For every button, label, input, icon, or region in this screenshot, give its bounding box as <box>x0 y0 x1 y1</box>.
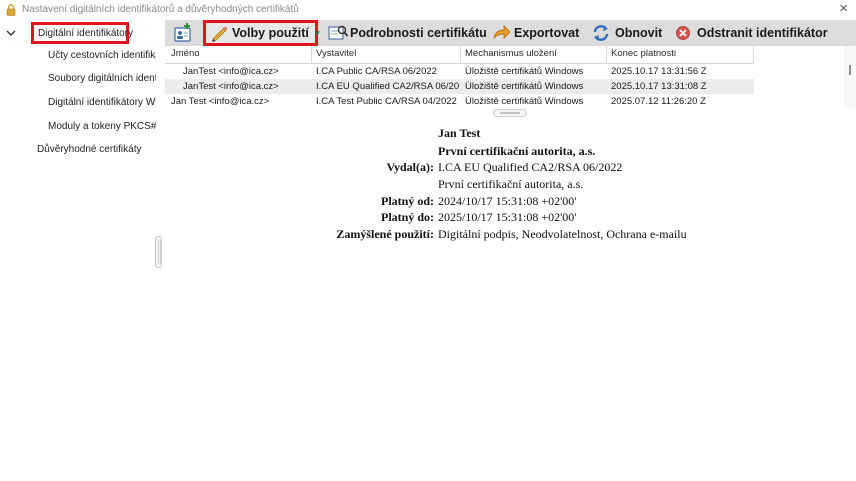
cell-storage: Úložiště certifikátů Windows <box>465 66 584 77</box>
certificate-details-label: Podrobnosti certifikátu <box>350 26 487 40</box>
certificate-details-button[interactable]: Podrobnosti certifikátu <box>327 21 487 45</box>
cell-expiry: 2025.10.17 13:31:08 Z <box>611 81 707 92</box>
cell-issuer: I.CA Test Public CA/RSA 04/2022 <box>316 96 457 107</box>
sidebar-item-label: Digitální identifikátory Windows <box>48 97 156 108</box>
sidebar-item-digital-id-files[interactable]: Soubory digitálních identifikátorů <box>48 73 156 84</box>
sidebar-item-label: Digitální identifikátory <box>38 28 134 39</box>
cell-name: JanTest <info@ica.cz> <box>183 66 279 77</box>
toolbar: Volby použití ▾ Podrobnosti certifikátu … <box>165 20 856 46</box>
sidebar: Digitální identifikátory Účty cestovních… <box>0 20 157 481</box>
table-row[interactable]: JanTest <info@ica.cz> I.CA Public CA/RSA… <box>165 64 754 79</box>
cell-name: Jan Test <info@ica.cz> <box>171 96 270 107</box>
column-header-expiry[interactable]: Konec platnosti <box>611 48 676 59</box>
add-id-icon <box>174 23 191 42</box>
table-header: Jméno Vystavitel Mechanismus uložení Kon… <box>165 46 754 64</box>
sidebar-item-label: Soubory digitálních identifikátorů <box>48 73 156 84</box>
intended-use-value: Digitální podpis, Neodvolatelnost, Ochra… <box>438 227 687 241</box>
usage-options-label: Volby použití <box>232 26 309 40</box>
column-header-name[interactable]: Jméno <box>171 48 200 59</box>
valid-from-value: 2024/10/17 15:31:08 +02'00' <box>438 194 577 208</box>
add-id-button[interactable] <box>172 21 194 45</box>
sidebar-item-digital-ids[interactable]: Digitální identifikátory <box>31 22 133 44</box>
usage-options-button[interactable]: Volby použití ▾ <box>203 20 320 46</box>
cell-storage: Úložiště certifikátů Windows <box>465 96 584 107</box>
cell-expiry: 2025.07.12 11:26:20 Z <box>611 96 706 107</box>
cell-storage: Úložiště certifikátů Windows <box>465 81 584 92</box>
export-arrow-icon <box>493 25 511 40</box>
certificate-details-icon <box>328 25 349 40</box>
table-scrollbar[interactable] <box>844 46 856 108</box>
dropdown-caret-icon: ▾ <box>314 27 320 38</box>
pencil-icon <box>212 26 228 42</box>
cell-expiry: 2025.10.17 13:31:56 Z <box>611 66 707 77</box>
sidebar-item-label: Účty cestovních identifikátorů <box>48 50 156 61</box>
cell-issuer: I.CA EU Qualified CA2/RSA 06/20... <box>316 81 460 92</box>
vertical-splitter-handle[interactable] <box>155 236 162 268</box>
sort-indicator-icon: ⌃ <box>677 46 684 52</box>
valid-to-label: Platný do: <box>380 210 434 224</box>
valid-from-label: Platný od: <box>380 194 434 208</box>
remove-id-button[interactable]: Odstranit identifikátor <box>674 21 828 45</box>
table-row[interactable]: JanTest <info@ica.cz> I.CA EU Qualified … <box>165 79 754 94</box>
export-label: Exportovat <box>514 26 580 40</box>
sidebar-item-label: Moduly a tokeny PKCS#11 <box>48 121 156 132</box>
chevron-down-icon[interactable] <box>5 28 17 38</box>
intended-use-label: Zamýšlené použití: <box>336 227 434 241</box>
sidebar-item-windows-digital-ids[interactable]: Digitální identifikátory Windows <box>48 97 156 108</box>
refresh-label: Obnovit <box>615 26 663 40</box>
cell-name: JanTest <info@ica.cz> <box>183 81 279 92</box>
table-row[interactable]: Jan Test <info@ica.cz> I.CA Test Public … <box>165 94 754 108</box>
sidebar-item-label: Důvěryhodné certifikáty <box>37 144 142 155</box>
horizontal-splitter-handle[interactable] <box>493 109 527 117</box>
column-header-issuer[interactable]: Vystavitel <box>316 48 356 59</box>
details-organization: První certifikační autorita, a.s. <box>438 144 596 158</box>
export-button[interactable]: Exportovat <box>492 21 579 45</box>
details-name: Jan Test <box>438 126 481 140</box>
column-header-storage[interactable]: Mechanismus uložení <box>465 48 557 59</box>
valid-to-value: 2025/10/17 15:31:08 +02'00' <box>438 210 577 224</box>
cell-issuer: I.CA Public CA/RSA 06/2022 <box>316 66 437 77</box>
sidebar-item-trusted-certificates[interactable]: Důvěryhodné certifikáty <box>37 144 142 155</box>
issued-by-organization: První certifikační autorita, a.s. <box>438 177 584 191</box>
remove-id-label: Odstranit identifikátor <box>697 26 828 40</box>
sidebar-item-roaming-id-accounts[interactable]: Účty cestovních identifikátorů <box>48 50 156 61</box>
refresh-icon <box>593 25 609 41</box>
close-button[interactable]: × <box>839 1 848 17</box>
sidebar-item-pkcs11-modules[interactable]: Moduly a tokeny PKCS#11 <box>48 121 156 132</box>
refresh-button[interactable]: Obnovit <box>591 21 662 45</box>
window-title: Nastavení digitálních identifikátorů a d… <box>22 4 299 15</box>
certificate-table: Jméno Vystavitel Mechanismus uložení Kon… <box>165 46 844 108</box>
remove-circle-icon <box>676 26 690 40</box>
scrollbar-thumb[interactable] <box>849 65 851 75</box>
issued-by-label: Vydal(a): <box>386 160 434 174</box>
title-bar: Nastavení digitálních identifikátorů a d… <box>0 0 856 20</box>
lock-icon <box>6 4 16 16</box>
issued-by-value: I.CA EU Qualified CA2/RSA 06/2022 <box>438 160 623 174</box>
